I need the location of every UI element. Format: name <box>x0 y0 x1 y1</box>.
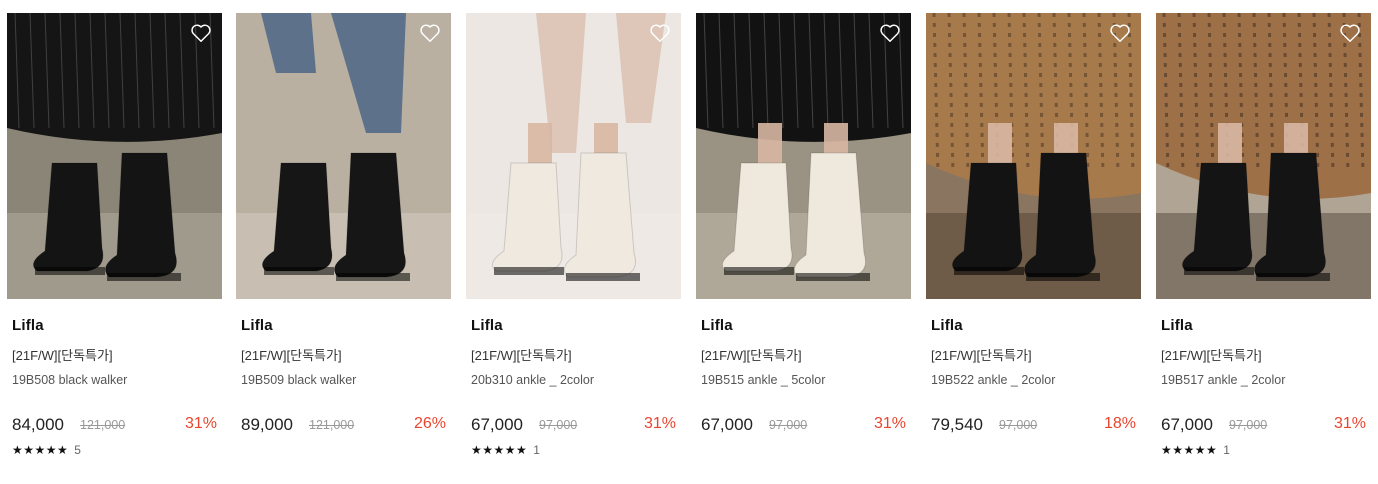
product-photo <box>926 13 1141 299</box>
product-card[interactable]: Lifla [21F/W][단독특가] 19B508 black walker … <box>7 13 222 473</box>
original-price: 121,000 <box>309 418 355 432</box>
product-tag: [21F/W][단독특가] <box>12 348 113 363</box>
product-tag: [21F/W][단독특가] <box>241 348 342 363</box>
star-icon: ★★★★★ <box>1161 443 1218 457</box>
product-tag: [21F/W][단독특가] <box>471 348 572 363</box>
review-count: 1 <box>1223 443 1230 457</box>
original-price: 97,000 <box>539 418 578 432</box>
product-brand[interactable]: Lifla <box>1161 317 1193 334</box>
star-icon: ★★★★★ <box>471 443 528 457</box>
review-count: 5 <box>74 443 81 457</box>
product-image[interactable] <box>926 13 1141 299</box>
sale-price: 67,000 <box>1161 415 1213 434</box>
product-image[interactable] <box>1156 13 1371 299</box>
product-grid: Lifla [21F/W][단독특가] 19B508 black walker … <box>7 13 1371 473</box>
product-card[interactable]: Lifla [21F/W][단독특가] 19B515 ankle _ 5colo… <box>696 13 911 473</box>
product-card[interactable]: Lifla [21F/W][단독특가] 20b310 ankle _ 2colo… <box>466 13 681 473</box>
product-brand[interactable]: Lifla <box>12 317 44 334</box>
product-image[interactable] <box>696 13 911 299</box>
sale-price: 84,000 <box>12 415 64 434</box>
heart-icon[interactable] <box>1339 22 1361 44</box>
product-brand[interactable]: Lifla <box>471 317 503 334</box>
heart-icon[interactable] <box>190 22 212 44</box>
product-card[interactable]: Lifla [21F/W][단독특가] 19B509 black walker … <box>236 13 451 473</box>
product-tag: [21F/W][단독특가] <box>701 348 802 363</box>
heart-outline-icon <box>420 24 440 42</box>
heart-outline-icon <box>1340 24 1360 42</box>
product-tag: [21F/W][단독특가] <box>931 348 1032 363</box>
product-brand[interactable]: Lifla <box>241 317 273 334</box>
product-name[interactable]: 19B508 black walker <box>12 373 127 387</box>
product-image[interactable] <box>466 13 681 299</box>
product-photo <box>7 13 222 299</box>
sale-price: 67,000 <box>471 415 523 434</box>
product-card[interactable]: Lifla [21F/W][단독특가] 19B517 ankle _ 2colo… <box>1156 13 1371 473</box>
rating: ★★★★★ 1 <box>471 443 540 457</box>
product-name[interactable]: 20b310 ankle _ 2color <box>471 373 594 387</box>
product-image[interactable] <box>236 13 451 299</box>
heart-icon[interactable] <box>879 22 901 44</box>
sale-price: 67,000 <box>701 415 753 434</box>
sale-price: 79,540 <box>931 415 983 434</box>
product-photo <box>466 13 681 299</box>
rating: ★★★★★ 5 <box>12 443 81 457</box>
original-price: 121,000 <box>80 418 126 432</box>
product-image[interactable] <box>7 13 222 299</box>
product-name[interactable]: 19B515 ankle _ 5color <box>701 373 825 387</box>
heart-icon[interactable] <box>419 22 441 44</box>
heart-outline-icon <box>191 24 211 42</box>
product-name[interactable]: 19B522 ankle _ 2color <box>931 373 1055 387</box>
product-name[interactable]: 19B509 black walker <box>241 373 356 387</box>
discount-rate: 31% <box>873 415 906 432</box>
original-price: 97,000 <box>769 418 808 432</box>
product-photo <box>1156 13 1371 299</box>
discount-rate: 18% <box>1103 415 1136 432</box>
sale-price: 89,000 <box>241 415 293 434</box>
original-price: 97,000 <box>999 418 1038 432</box>
product-brand[interactable]: Lifla <box>701 317 733 334</box>
discount-rate: 31% <box>184 415 217 432</box>
product-brand[interactable]: Lifla <box>931 317 963 334</box>
heart-icon[interactable] <box>649 22 671 44</box>
product-photo <box>236 13 451 299</box>
product-tag: [21F/W][단독특가] <box>1161 348 1262 363</box>
discount-rate: 31% <box>1333 415 1366 432</box>
star-icon: ★★★★★ <box>12 443 69 457</box>
heart-outline-icon <box>650 24 670 42</box>
original-price: 97,000 <box>1229 418 1268 432</box>
heart-icon[interactable] <box>1109 22 1131 44</box>
product-photo <box>696 13 911 299</box>
heart-outline-icon <box>1110 24 1130 42</box>
discount-rate: 26% <box>413 415 446 432</box>
heart-outline-icon <box>880 24 900 42</box>
rating: ★★★★★ 1 <box>1161 443 1230 457</box>
discount-rate: 31% <box>643 415 676 432</box>
review-count: 1 <box>533 443 540 457</box>
product-name[interactable]: 19B517 ankle _ 2color <box>1161 373 1285 387</box>
product-card[interactable]: Lifla [21F/W][단독특가] 19B522 ankle _ 2colo… <box>926 13 1141 473</box>
